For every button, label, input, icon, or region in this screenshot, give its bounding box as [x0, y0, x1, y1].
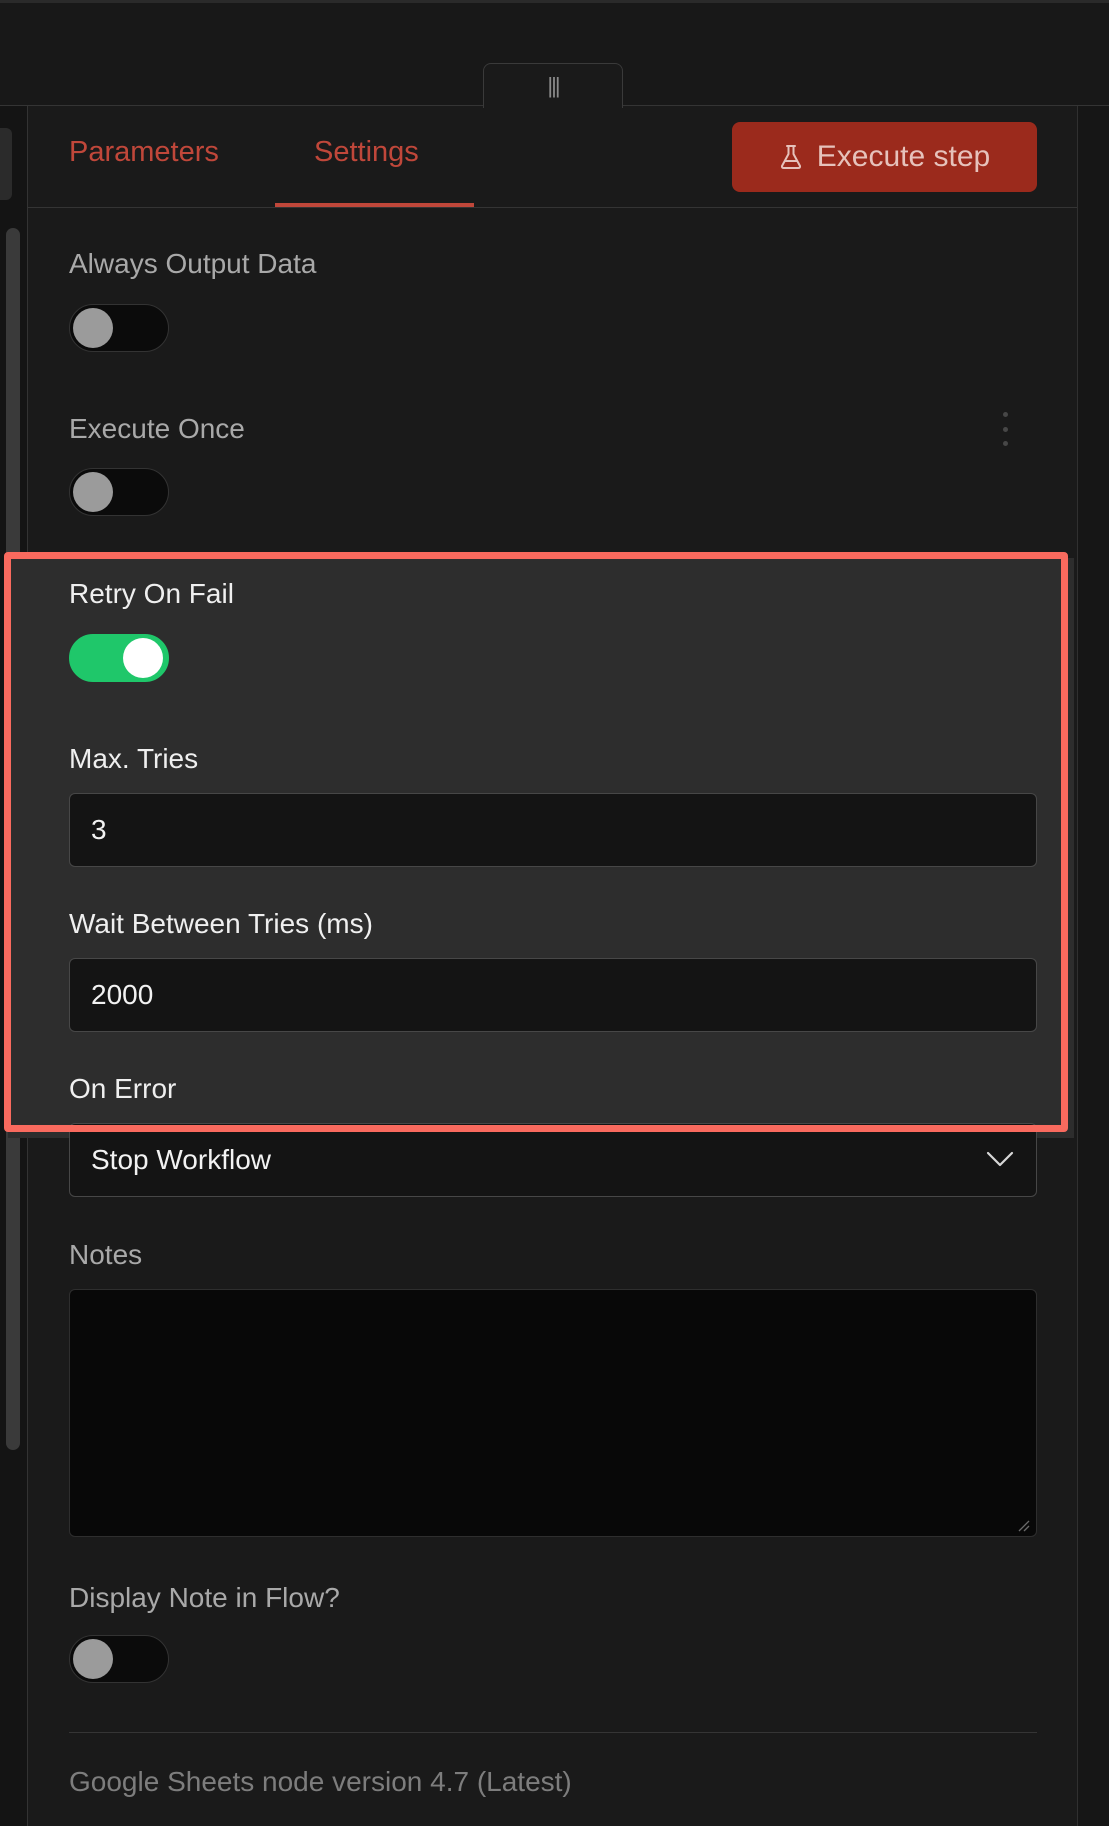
wait-between-tries-label: Wait Between Tries (ms) [69, 908, 373, 939]
execute-once-toggle[interactable] [69, 468, 169, 516]
drag-handle-icon: ||| [547, 73, 560, 98]
max-tries-input[interactable]: 3 [69, 793, 1037, 867]
toggle-knob [73, 472, 113, 512]
retry-on-fail-toggle[interactable] [69, 634, 169, 682]
notes-label: Notes [69, 1239, 143, 1270]
panel-tabs: Parameters Settings Execute step [28, 106, 1077, 208]
toggle-knob [73, 308, 113, 348]
execute-step-label: Execute step [816, 140, 991, 173]
max-tries-value: 3 [91, 814, 107, 845]
tab-parameters[interactable]: Parameters [69, 136, 219, 169]
retry-on-fail-label: Retry On Fail [69, 578, 234, 609]
always-output-data-toggle[interactable] [69, 304, 169, 352]
footer-divider [69, 1732, 1037, 1733]
toggle-knob [73, 1639, 113, 1679]
display-note-toggle[interactable] [69, 1635, 169, 1683]
flask-icon [780, 145, 801, 169]
node-settings-panel: Parameters Settings Execute step Always … [4, 106, 1077, 1826]
always-output-data-label: Always Output Data [69, 248, 317, 279]
on-error-label: On Error [69, 1073, 177, 1104]
node-version-text: Google Sheets node version 4.7 (Latest) [69, 1766, 572, 1797]
tab-settings[interactable]: Settings [314, 136, 419, 169]
active-tab-indicator [275, 203, 474, 207]
on-error-value: Stop Workflow [91, 1144, 271, 1175]
wait-between-tries-input[interactable]: 2000 [69, 958, 1037, 1032]
execute-once-label: Execute Once [69, 413, 245, 444]
toggle-knob [123, 638, 163, 678]
on-error-select[interactable]: Stop Workflow [69, 1123, 1037, 1197]
wait-between-tries-value: 2000 [91, 979, 154, 1010]
chevron-down-icon [986, 1151, 1014, 1167]
resize-grip-icon[interactable] [1016, 1518, 1030, 1532]
display-note-label: Display Note in Flow? [69, 1582, 340, 1613]
right-pane-edge [1077, 106, 1109, 1826]
panel-drag-handle[interactable]: ||| [483, 63, 623, 108]
notes-textarea[interactable] [69, 1289, 1037, 1537]
left-pane-tab[interactable] [0, 128, 12, 200]
execute-step-button[interactable]: Execute step [732, 122, 1037, 192]
max-tries-label: Max. Tries [69, 743, 199, 774]
more-options-icon[interactable] [1000, 412, 1010, 446]
